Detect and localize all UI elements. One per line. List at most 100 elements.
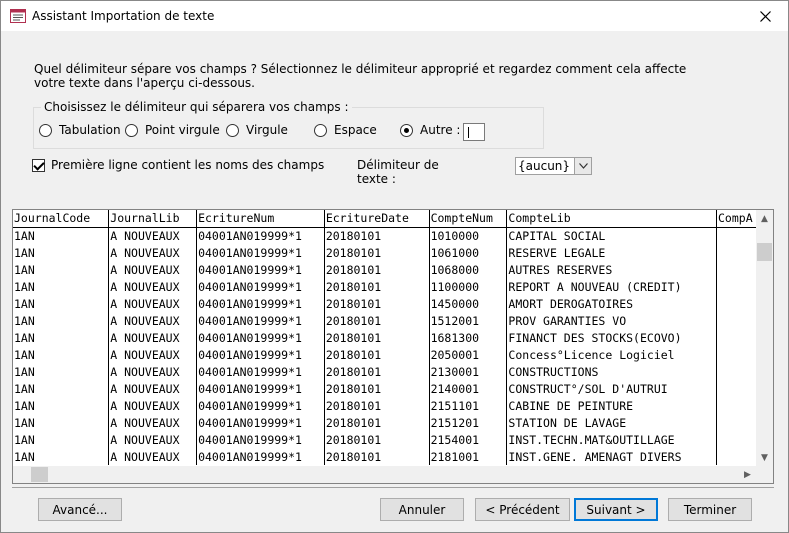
table-cell: A NOUVEAUX [108,346,198,363]
table-cell: 2151201 [429,414,508,431]
checkbox-label: Première ligne contient les noms des cha… [51,158,325,172]
scroll-right-icon[interactable]: ▶ [739,466,756,483]
table-cell: 20180101 [324,363,430,380]
table-cell: 1AN [13,414,110,431]
table-cell: 1AN [13,329,110,346]
column-header[interactable]: EcritureDate [324,210,430,228]
text-import-icon [10,9,26,23]
close-button[interactable] [742,1,788,31]
table-row: 1AN A NOUVEAUX 04001AN019999*1 20180101 1068… [13,261,757,278]
table-cell: 1AN [13,380,110,397]
table-cell: AUTRES RESERVES [506,261,717,278]
column-header[interactable]: JournalLib [108,210,198,228]
radio-point-virgule[interactable]: Point virgule [125,123,220,137]
table-row: 1AN A NOUVEAUX 04001AN019999*1 20180101 2050… [13,346,757,363]
text-qualifier-dropdown[interactable]: {aucun} [515,157,592,175]
table-cell: 1AN [13,363,110,380]
radio-circle[interactable] [226,123,239,137]
table-cell [716,312,757,329]
table-cell: 04001AN019999*1 [196,346,325,363]
cancel-button[interactable]: Annuler [380,498,464,521]
window-title: Assistant Importation de texte [32,9,215,23]
table-row: 1AN A NOUVEAUX 04001AN019999*1 20180101 1010… [13,227,757,244]
radio-circle[interactable] [39,123,52,137]
table-cell: 20180101 [324,431,430,448]
table-cell: A NOUVEAUX [108,414,198,431]
checkbox-checked[interactable] [32,158,45,172]
vertical-scrollbar[interactable]: ▲ ▼ [756,210,773,466]
table-cell [716,244,757,261]
advanced-button[interactable]: Avancé... [38,498,122,521]
table-cell [716,448,757,465]
radio-label: Espace [334,123,377,137]
radio-circle-checked[interactable] [400,123,413,137]
column-header[interactable]: CompA [716,210,757,228]
horizontal-scrollbar[interactable]: ▶ [13,466,773,483]
table-cell [716,380,757,397]
table-cell: 1512001 [429,312,508,329]
table-cell: 20180101 [324,414,430,431]
table-cell: A NOUVEAUX [108,295,198,312]
chevron-down-icon [578,163,588,169]
radio-virgule[interactable]: Virgule [226,123,288,137]
table-cell: 1100000 [429,278,508,295]
table-cell: CABINE DE PEINTURE [506,397,717,414]
table-cell: 04001AN019999*1 [196,278,325,295]
table-cell: FINANCT DES STOCKS(ECOVO) [506,329,717,346]
radio-espace[interactable]: Espace [314,123,377,137]
column-header[interactable]: JournalCode [13,210,110,228]
table-cell: 20180101 [324,261,430,278]
radio-tabulation[interactable]: Tabulation [39,123,121,137]
other-delimiter-input[interactable] [463,123,485,141]
table-cell: 1AN [13,261,110,278]
table-cell: 2154001 [429,431,508,448]
preview-grid[interactable]: JournalCode JournalLib EcritureNum Ecriture… [13,210,757,466]
table-cell: 1AN [13,295,110,312]
vertical-scroll-thumb[interactable] [757,243,772,261]
table-cell: 1681300 [429,329,508,346]
table-cell: 04001AN019999*1 [196,431,325,448]
column-header[interactable]: EcritureNum [196,210,325,228]
radio-circle[interactable] [314,123,327,137]
title-bar: Assistant Importation de texte [1,1,788,31]
table-cell: 20180101 [324,448,430,465]
dropdown-arrow[interactable] [574,158,591,174]
radio-autre[interactable]: Autre : [400,123,460,137]
table-row: 1AN A NOUVEAUX 04001AN019999*1 20180101 2140… [13,380,757,397]
table-cell [716,397,757,414]
table-cell: 1AN [13,244,110,261]
table-cell: 20180101 [324,278,430,295]
preview-table: JournalCode JournalLib EcritureNum Ecriture… [13,210,757,465]
scroll-up-icon[interactable]: ▲ [756,210,773,227]
scroll-down-icon[interactable]: ▼ [756,449,773,466]
table-cell: 1AN [13,431,110,448]
data-preview[interactable]: JournalCode JournalLib EcritureNum Ecriture… [12,209,774,484]
table-row: 1AN A NOUVEAUX 04001AN019999*1 20180101 2130… [13,363,757,380]
table-cell [716,295,757,312]
table-cell: 1AN [13,346,110,363]
finish-button[interactable]: Terminer [668,498,752,521]
column-header[interactable]: CompteLib [506,210,717,228]
scrollbar-corner [756,466,773,483]
table-cell: PROV GARANTIES VO [506,312,717,329]
table-row: 1AN A NOUVEAUX 04001AN019999*1 20180101 1450… [13,295,757,312]
table-cell: A NOUVEAUX [108,227,198,244]
radio-circle[interactable] [125,123,138,137]
table-cell: A NOUVEAUX [108,329,198,346]
table-cell: CAPITAL SOCIAL [506,227,717,244]
table-row: 1AN A NOUVEAUX 04001AN019999*1 20180101 2154… [13,431,757,448]
first-row-field-names-checkbox[interactable]: Première ligne contient les noms des cha… [32,158,324,172]
table-cell [716,329,757,346]
table-cell: 04001AN019999*1 [196,295,325,312]
table-cell: 20180101 [324,244,430,261]
table-row: 1AN A NOUVEAUX 04001AN019999*1 20180101 1100… [13,278,757,295]
table-cell: REPORT A NOUVEAU (CREDIT) [506,278,717,295]
previous-button[interactable]: < Précédent [475,498,570,521]
horizontal-scroll-thumb[interactable] [31,467,48,482]
next-button[interactable]: Suivant > [574,498,658,521]
table-cell: 04001AN019999*1 [196,397,325,414]
column-header[interactable]: CompteNum [429,210,508,228]
table-cell: 20180101 [324,295,430,312]
table-cell: 20180101 [324,397,430,414]
table-cell: 1010000 [429,227,508,244]
